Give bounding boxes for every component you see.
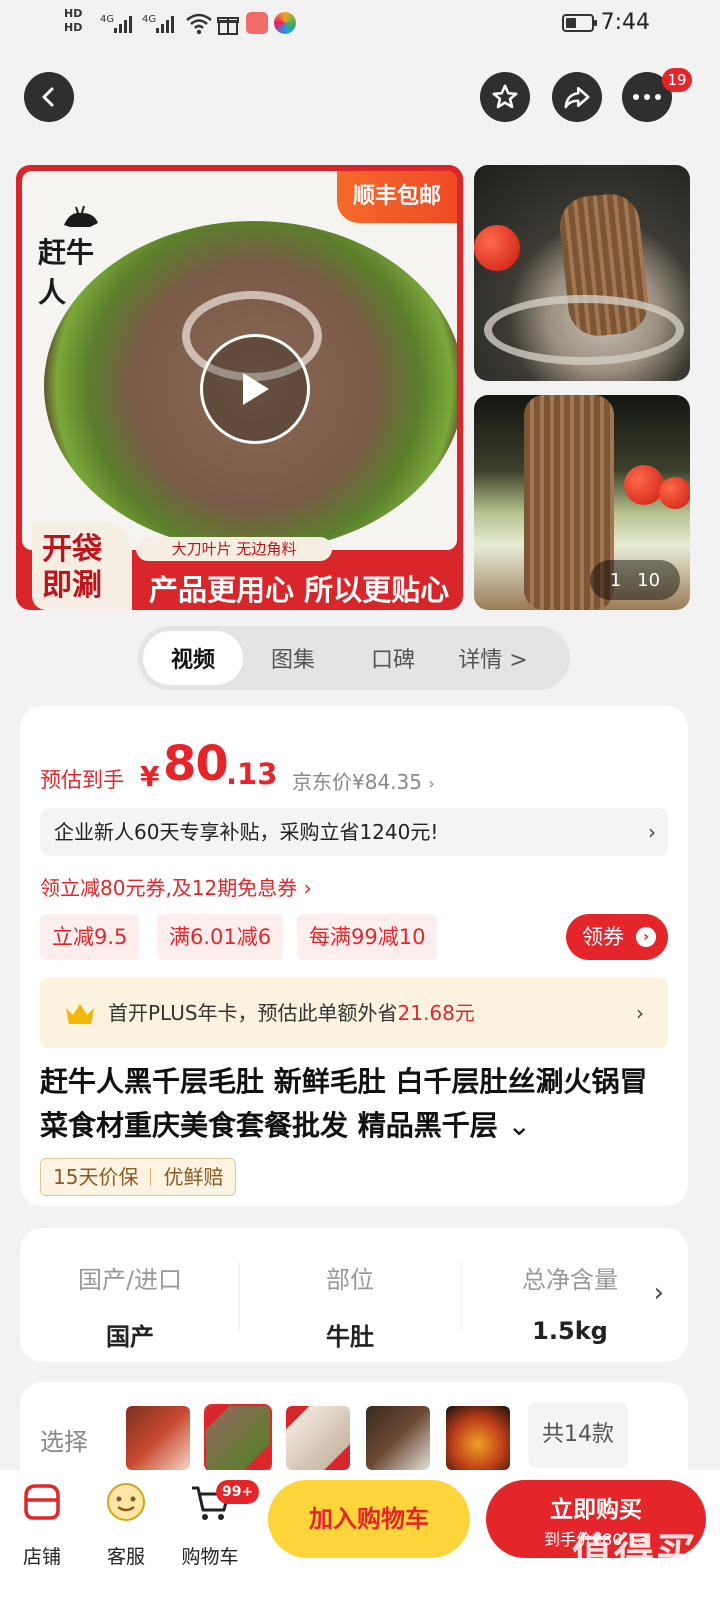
chevron-circle-icon: › bbox=[636, 927, 656, 947]
shopping-app-icon bbox=[246, 12, 268, 34]
more-dots-icon bbox=[633, 94, 661, 100]
variant-thumbnail[interactable] bbox=[204, 1404, 272, 1472]
battery-icon bbox=[562, 14, 597, 32]
price-decimal: .13 bbox=[226, 757, 278, 791]
variant-thumbnail[interactable] bbox=[446, 1406, 510, 1470]
coupon-link[interactable]: 领立减80元券,及12期免息券 › bbox=[40, 872, 312, 901]
cart-count-badge: 99+ bbox=[216, 1480, 260, 1504]
clock: 7:44 bbox=[600, 10, 650, 35]
network-type-2: 4G bbox=[142, 14, 157, 25]
select-label: 选择 bbox=[40, 1428, 88, 1456]
share-button[interactable] bbox=[552, 72, 602, 122]
spec-part: 部位 牛肚 bbox=[326, 1266, 374, 1351]
main-product-image[interactable]: 赶牛人 顺丰包邮 开袋 即涮 大刀叶片 无边角料 产品更用心 所以更贴心 bbox=[16, 165, 463, 610]
add-to-cart-button[interactable]: 加入购物车 bbox=[268, 1480, 470, 1558]
spec-origin: 国产/进口 国产 bbox=[77, 1266, 183, 1351]
discount-chip[interactable]: 每满99减10 bbox=[297, 914, 438, 960]
variant-thumbnail[interactable] bbox=[366, 1406, 430, 1470]
gallery-thumbnail[interactable] bbox=[474, 165, 690, 381]
slogan-text: 产品更用心 所以更贴心 bbox=[149, 573, 450, 607]
estimated-price-label: 预估到手 bbox=[40, 768, 124, 792]
play-video-button[interactable] bbox=[200, 334, 310, 444]
hd-indicator: HD HD bbox=[64, 7, 83, 34]
product-title[interactable]: 赶牛人黑千层毛肚 新鲜毛肚 白千层肚丝涮火锅冒菜食材重庆美食套餐批发 精品黑千层… bbox=[40, 1060, 670, 1148]
plus-membership-banner[interactable]: 首开PLUS年卡，预估此单额外省21.68元 › bbox=[40, 978, 668, 1048]
variant-thumbnail[interactable] bbox=[126, 1406, 190, 1470]
image-counter: 1 10 bbox=[590, 560, 680, 600]
cart-button[interactable]: 99+ 购物车 bbox=[170, 1480, 260, 1568]
tab-gallery[interactable]: 图集 bbox=[243, 631, 343, 685]
product-gallery[interactable]: 赶牛人 顺丰包邮 开袋 即涮 大刀叶片 无边角料 产品更用心 所以更贴心 1 1… bbox=[0, 165, 720, 612]
jd-price-link[interactable]: 京东价¥84.35 › bbox=[292, 766, 435, 795]
price-integer: 80 bbox=[163, 736, 229, 792]
wifi-icon bbox=[186, 13, 212, 35]
signal-icon bbox=[114, 13, 136, 33]
new-user-subsidy-banner[interactable]: 企业新人60天专享补贴，采购立省1240元! › bbox=[40, 808, 668, 856]
shop-icon bbox=[24, 1484, 60, 1520]
specs-card[interactable]: 国产/进口 国产 部位 牛肚 总净含量 1.5kg › bbox=[20, 1228, 688, 1362]
share-icon bbox=[564, 87, 590, 109]
promo-corner: 开袋 即涮 bbox=[32, 522, 132, 610]
customer-service-button[interactable]: 客服 bbox=[86, 1480, 166, 1568]
play-icon bbox=[243, 373, 269, 405]
price-card: 预估到手 ¥ 80 .13 京东价¥84.35 › 企业新人60天专享补贴，采购… bbox=[20, 706, 688, 1206]
get-coupon-button[interactable]: 领券 › bbox=[566, 914, 668, 960]
spec-net-weight: 总净含量 1.5kg bbox=[522, 1266, 618, 1345]
chevron-left-icon bbox=[42, 87, 54, 107]
currency-symbol: ¥ bbox=[140, 760, 160, 793]
variant-count-button[interactable]: 共14款 bbox=[528, 1402, 628, 1468]
service-guarantee[interactable]: 15天价保 优鲜赔 bbox=[40, 1158, 237, 1196]
gallery-thumbnail[interactable]: 1 10 bbox=[474, 395, 690, 610]
crown-icon bbox=[66, 1004, 94, 1024]
chevron-right-icon[interactable]: › bbox=[654, 1278, 664, 1308]
app-notification-icon bbox=[274, 12, 296, 34]
chevron-right-icon: › bbox=[648, 820, 656, 844]
ox-logo-icon bbox=[64, 205, 98, 227]
service-icon bbox=[107, 1483, 145, 1521]
brand-logo: 赶牛人 bbox=[38, 205, 118, 309]
media-tabs: 视频 图集 口碑 详情 > bbox=[138, 626, 570, 690]
status-bar: HD HD 4G 4G 7:44 bbox=[0, 0, 720, 52]
tab-reviews[interactable]: 口碑 bbox=[343, 631, 443, 685]
site-watermark: 值得买 zhizhizhi.com bbox=[572, 1530, 698, 1597]
gift-icon bbox=[217, 17, 239, 35]
back-button[interactable] bbox=[24, 72, 74, 122]
notification-badge: 19 bbox=[662, 68, 692, 92]
variant-thumbnail[interactable] bbox=[286, 1406, 350, 1470]
shipping-tag: 顺丰包邮 bbox=[337, 171, 457, 223]
tab-details[interactable]: 详情 > bbox=[443, 631, 543, 685]
feature-pill: 大刀叶片 无边角料 bbox=[136, 537, 332, 561]
discount-chip[interactable]: 满6.01减6 bbox=[157, 914, 284, 960]
favorite-button[interactable] bbox=[480, 72, 530, 122]
chevron-right-icon: › bbox=[636, 1001, 644, 1025]
network-type-1: 4G bbox=[100, 14, 115, 25]
shop-button[interactable]: 店铺 bbox=[2, 1480, 82, 1568]
signal-icon bbox=[156, 13, 178, 33]
discount-chip[interactable]: 立减9.5 bbox=[40, 914, 140, 960]
star-icon bbox=[492, 84, 518, 109]
expand-chevron-icon[interactable]: ⌄ bbox=[508, 1109, 531, 1142]
tab-video[interactable]: 视频 bbox=[143, 631, 243, 685]
